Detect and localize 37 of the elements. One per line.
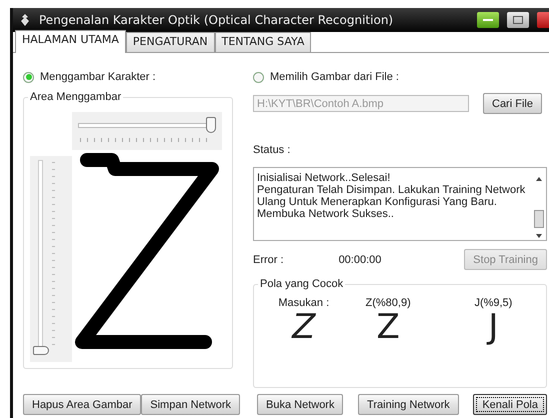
radio-button[interactable] [253,72,264,82]
maximize-button[interactable] [507,12,529,28]
action-button[interactable]: Buka Network [257,394,344,415]
vertical-slider[interactable] [30,156,72,362]
action-button[interactable]: Kenali Pola [473,394,547,415]
action-button[interactable]: Hapus Area Gambar [23,394,142,415]
tab[interactable]: TENTANG SAYA [214,32,312,52]
minimize-button[interactable] [477,12,499,28]
slider-thumb[interactable] [33,346,49,355]
window-title: Pengenalan Karakter Optik (Optical Character Recognition) [39,13,394,27]
error-label: Error : [253,254,284,266]
radio-button[interactable] [23,72,34,82]
action-button[interactable]: Simpan Network [141,394,240,415]
matched-character: J [488,309,498,345]
close-button[interactable] [537,12,549,28]
group-title: Area Menggambar [28,91,124,103]
browse-button[interactable]: Cari File [483,93,542,114]
slider-thumb[interactable] [206,117,216,133]
tab[interactable]: PENGATURAN [126,32,215,52]
status-text: Inisialisai Network..Selesai! Pengaturan Telah Disimpan. Lakukan Training Network Ulang Untuk Menerapkan Konfigurasi Yang Baru. Membuka Network Sukses.. [256,171,526,222]
input-character: Z [292,309,316,345]
tab[interactable]: HALAMAN UTAMA [15,30,126,53]
matched-character: Z [376,309,400,345]
horizontal-slider[interactable] [72,112,222,150]
radio-label: Memilih Gambar dari File : [270,71,399,83]
group-title: Pola yang Cocok [258,278,346,290]
pattern-label: Z(%80,9) [366,297,411,309]
pattern-label: Masukan : [278,297,330,309]
pattern-label: J(%9,5) [474,297,512,309]
status-label: Status : [253,144,292,156]
maximize-icon [513,16,523,24]
error-time: 00:00:00 [338,254,382,266]
minimize-icon [483,18,493,22]
radio-label: Menggambar Karakter : [40,71,156,83]
app-icon [19,13,31,27]
status-text-area[interactable]: Inisialisai Network..Selesai! Pengaturan Telah Disimpan. Lakukan Training Network Ulang Untuk Menerapkan Konfigurasi Yang Baru. Membuka Network Sukses.. [253,167,547,241]
action-button[interactable]: Training Network [358,394,459,415]
